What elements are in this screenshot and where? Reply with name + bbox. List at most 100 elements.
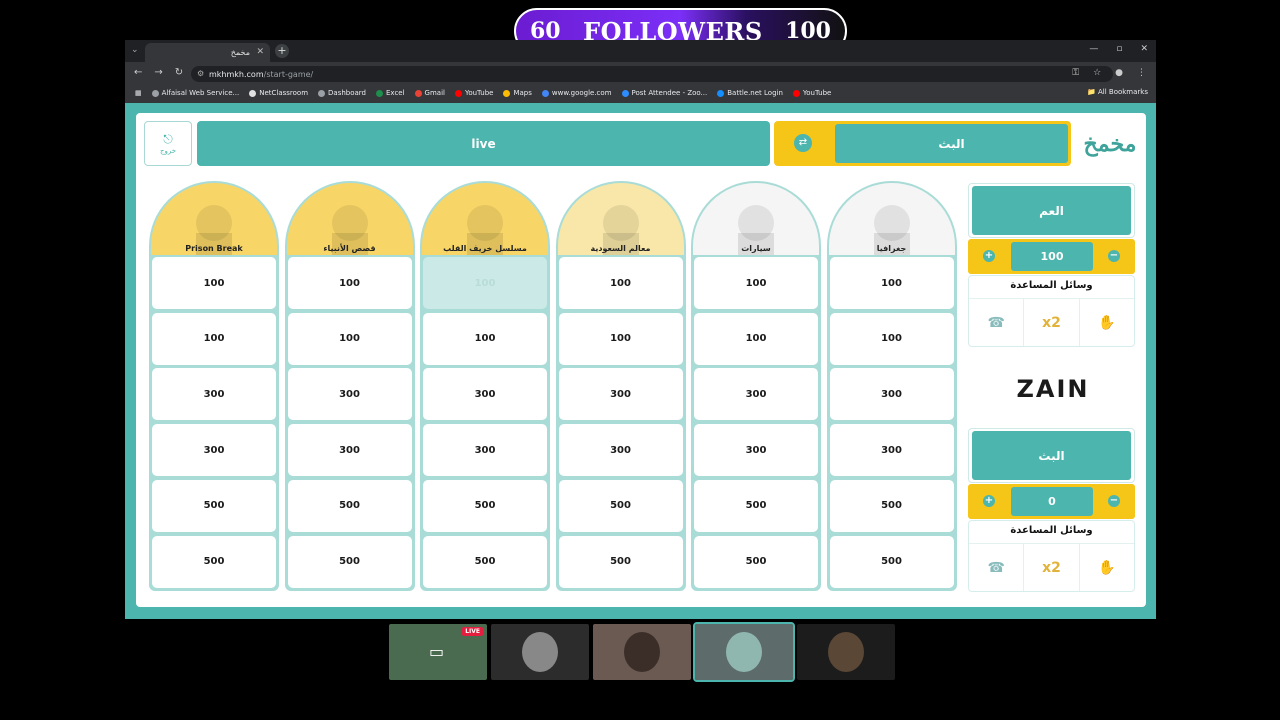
menu-kebab-icon[interactable]: ⋮ [1137, 68, 1146, 78]
minus-icon[interactable]: − [1108, 250, 1120, 262]
question-cell[interactable]: 500 [558, 479, 683, 532]
bookmark-list: Alfaisal Web Service... NetClassroom Dashb… [151, 89, 831, 97]
question-cell[interactable]: 100 [829, 257, 954, 309]
browser-tab[interactable]: مخمخ ✕ [145, 43, 270, 62]
question-cell[interactable]: 300 [558, 368, 683, 421]
question-cell[interactable]: 500 [287, 479, 412, 532]
question-cell[interactable]: 100 [423, 312, 547, 365]
plus-icon[interactable]: + [983, 495, 995, 507]
question-cell[interactable]: 500 [423, 535, 547, 588]
back-icon[interactable]: ← [134, 67, 142, 78]
category-header[interactable]: سيارات [693, 183, 819, 255]
question-cell[interactable]: 100 [152, 312, 276, 365]
question-cell[interactable]: 100 [152, 257, 276, 309]
question-cell[interactable]: 500 [152, 479, 276, 532]
question-cell[interactable]: 300 [694, 368, 818, 421]
help-aids: وسائل المساعدة ☎ x2 ✋ [968, 275, 1135, 347]
double-points-icon[interactable]: x2 [1023, 299, 1078, 346]
bookmark-item[interactable]: Dashboard [318, 89, 366, 97]
password-icon[interactable]: ⚿ [1072, 68, 1079, 78]
category-header[interactable]: معالم السعودية [557, 183, 684, 255]
question-cell[interactable]: 500 [558, 535, 683, 588]
address-bar[interactable]: ⚙ mkhmkh.com /start-game/ [191, 66, 1113, 82]
swap-turn-icon[interactable]: ⇄ [794, 134, 812, 152]
participant-avatar [624, 632, 660, 672]
bookmark-label: Alfaisal Web Service... [161, 89, 240, 97]
participant-4[interactable] [693, 622, 795, 682]
category-header[interactable]: قصص الأنبياء [286, 183, 413, 255]
bookmark-star-icon[interactable]: ☆ [1093, 68, 1101, 78]
question-cell[interactable]: 100 [558, 257, 683, 309]
question-cell[interactable]: 300 [152, 368, 276, 421]
bookmark-item[interactable]: Alfaisal Web Service... [151, 89, 240, 97]
call-friend-icon[interactable]: ☎ [969, 544, 1023, 591]
minimize-icon[interactable]: — [1089, 44, 1098, 54]
rest-icon[interactable]: ✋ [1078, 544, 1134, 591]
site-info-icon[interactable]: ⚙ [197, 69, 204, 78]
bookmark-item[interactable]: Post Attendee - Zoo... [621, 89, 707, 97]
plus-icon[interactable]: + [983, 250, 995, 262]
team-name: البث [972, 431, 1131, 480]
question-cell[interactable]: 100 [694, 257, 818, 309]
new-tab-button[interactable]: + [275, 44, 289, 58]
double-points-icon[interactable]: x2 [1023, 544, 1078, 591]
minus-icon[interactable]: − [1108, 495, 1120, 507]
rest-icon[interactable]: ✋ [1078, 299, 1134, 346]
question-cell[interactable]: 100 [694, 312, 818, 365]
question-cell[interactable]: 300 [423, 368, 547, 421]
close-window-icon[interactable]: ✕ [1140, 44, 1148, 54]
question-cell[interactable]: 100 [558, 312, 683, 365]
participant-2[interactable] [491, 624, 589, 680]
forward-icon[interactable]: → [154, 67, 162, 78]
question-cell[interactable]: 300 [694, 424, 818, 477]
question-cell[interactable]: 500 [152, 535, 276, 588]
question-cell[interactable]: 300 [287, 424, 412, 477]
question-cell[interactable]: 300 [829, 368, 954, 421]
question-cell[interactable]: 300 [558, 424, 683, 477]
bookmark-item[interactable]: www.google.com [541, 89, 612, 97]
logo-text: مخمخ [1083, 131, 1137, 157]
question-cell[interactable]: 500 [829, 535, 954, 588]
rest-icon-glyph: ✋ [1098, 559, 1116, 576]
question-cell[interactable]: 500 [694, 535, 818, 588]
question-cell[interactable]: 500 [829, 479, 954, 532]
category-header[interactable]: مسلسل خريف القلب [422, 183, 548, 255]
bookmark-item[interactable]: Gmail [414, 89, 445, 97]
all-bookmarks-button[interactable]: 📁 All Bookmarks [1087, 88, 1148, 96]
apps-grid-icon[interactable]: ▦ [135, 89, 142, 97]
profile-avatar-icon[interactable]: ● [1115, 68, 1123, 78]
bookmark-item[interactable]: YouTube [792, 89, 831, 97]
participant-5[interactable] [797, 624, 895, 680]
bookmark-item[interactable]: YouTube [454, 89, 493, 97]
question-cell[interactable]: 300 [287, 368, 412, 421]
bookmark-item[interactable]: Excel [376, 89, 405, 97]
question-cell[interactable]: 500 [423, 479, 547, 532]
question-cell[interactable]: 500 [694, 479, 818, 532]
double-points-icon-glyph: x2 [1042, 314, 1061, 331]
question-cell[interactable]: 300 [423, 424, 547, 477]
question-cell[interactable]: 100 [287, 257, 412, 309]
question-cell[interactable]: 100 [829, 312, 954, 365]
call-friend-icon[interactable]: ☎ [969, 299, 1023, 346]
maximize-icon[interactable]: ▫ [1116, 44, 1122, 54]
tab-search-icon[interactable]: ⌄ [131, 45, 139, 55]
participant-avatar [828, 632, 864, 672]
category-header[interactable]: جغرافيا [828, 183, 955, 255]
bookmark-item[interactable]: Battle.net Login [717, 89, 783, 97]
url-host: mkhmkh.com [209, 69, 264, 79]
participant-3[interactable] [593, 624, 691, 680]
exit-button[interactable]: ⎋ خروج [144, 121, 192, 166]
category-header[interactable]: Prison Break [151, 183, 277, 255]
bookmark-item[interactable]: NetClassroom [249, 89, 308, 97]
category-column: Prison Break 100 100 300 300 500 500 [149, 181, 279, 591]
question-cell[interactable]: 300 [152, 424, 276, 477]
bookmark-favicon-icon [414, 89, 422, 97]
question-cell[interactable]: 100 [287, 312, 412, 365]
toolbar-right-icons: ⚿ ☆ ● ⋮ [1072, 68, 1146, 78]
bookmark-item[interactable]: Maps [503, 89, 532, 97]
reload-icon[interactable]: ↻ [175, 67, 183, 78]
question-cell[interactable]: 500 [287, 535, 412, 588]
participant-screen-share[interactable]: LIVE ▭ [389, 624, 487, 680]
close-tab-icon[interactable]: ✕ [256, 47, 264, 57]
question-cell[interactable]: 300 [829, 424, 954, 477]
